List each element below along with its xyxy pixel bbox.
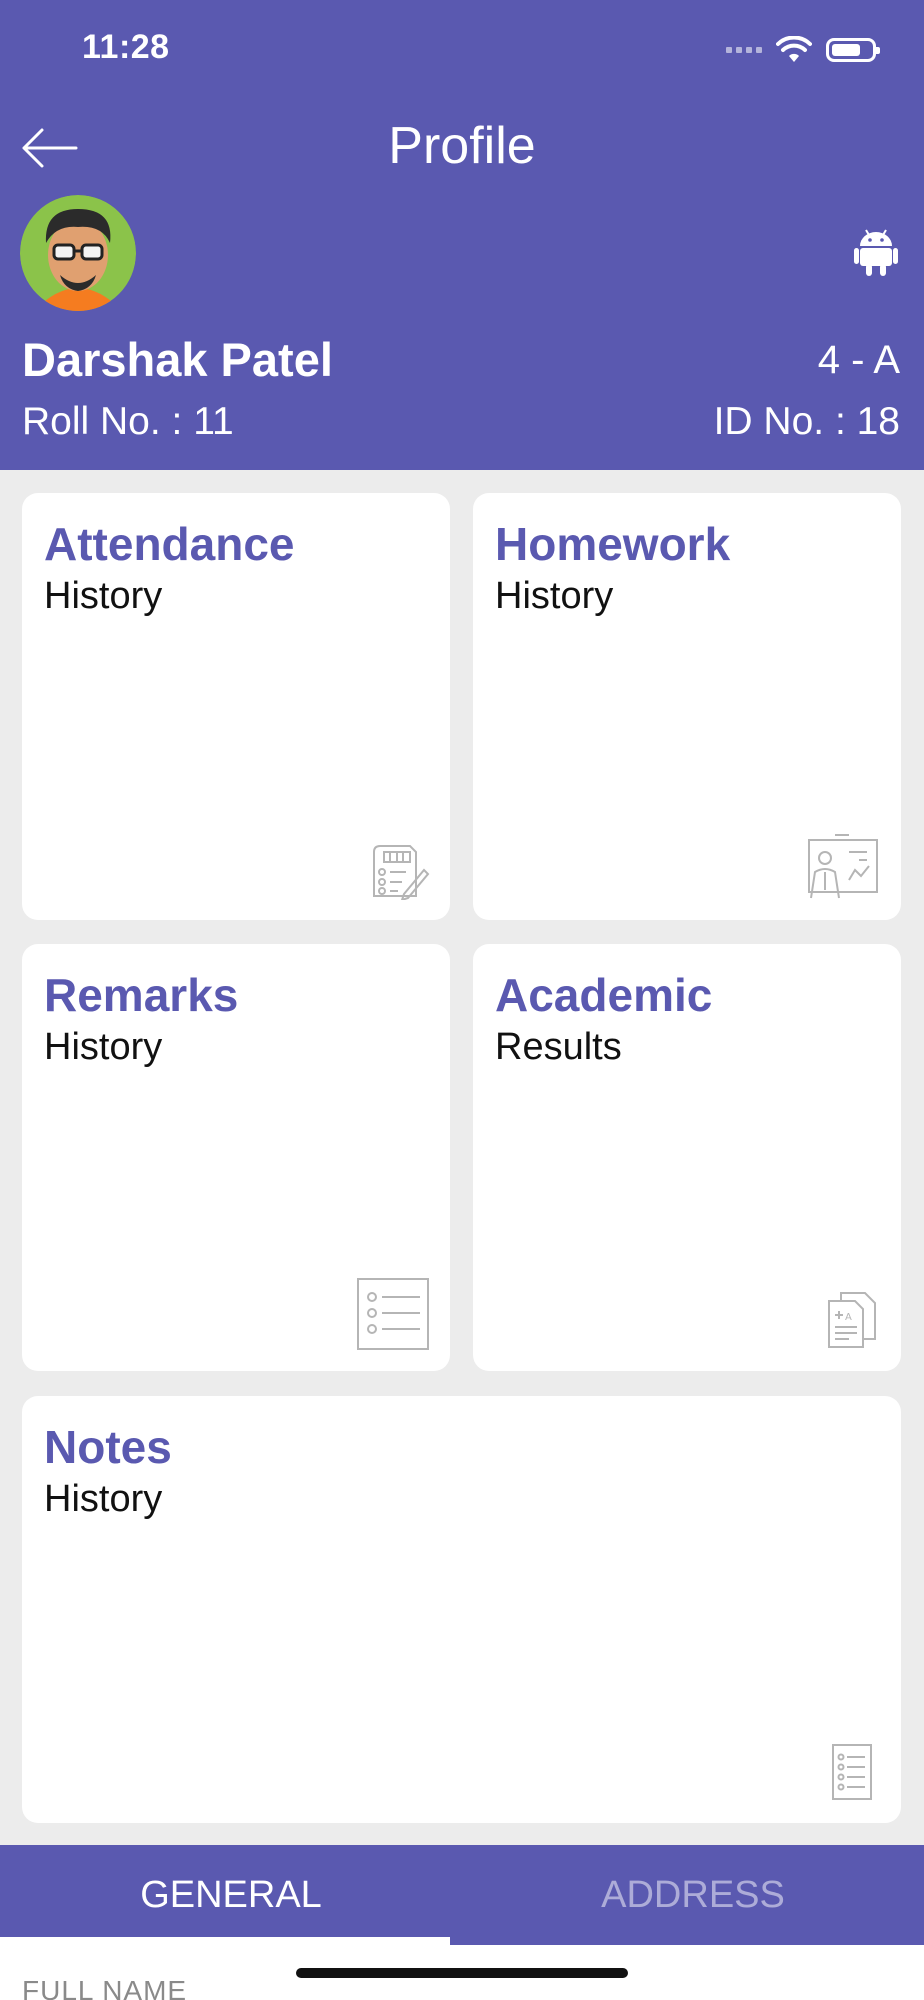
status-icons [726,34,880,66]
avatar[interactable] [20,195,136,311]
profile-header: 11:28 Profile Darshak Patel 4 - A Roll N… [0,0,924,470]
tab-general[interactable]: GENERAL [0,1845,462,1945]
class-section: 4 - A [817,338,900,382]
android-icon [854,229,898,276]
tab-address[interactable]: ADDRESS [462,1845,924,1945]
card-subtitle: Results [495,1026,622,1068]
remarks-list-icon [357,1278,429,1350]
wifi-icon [776,36,812,62]
card-subtitle: History [495,575,614,617]
academic-results-card[interactable]: Academic Results A [473,944,901,1371]
homework-board-icon [808,834,878,899]
card-subtitle: History [44,1026,163,1068]
home-indicator[interactable] [296,1968,628,1978]
notes-history-card[interactable]: Notes History [22,1396,901,1823]
notes-list-icon [832,1744,872,1800]
card-subtitle: History [44,575,163,617]
id-number: ID No. : 18 [713,400,900,443]
svg-text:A: A [845,1312,852,1323]
academic-results-icon: A [828,1292,876,1348]
roll-number: Roll No. : 11 [22,400,234,443]
attendance-checklist-icon [373,845,430,900]
attendance-history-card[interactable]: Attendance History [22,493,450,920]
card-title: Academic [495,969,713,1021]
card-title: Attendance [44,518,295,570]
remarks-history-card[interactable]: Remarks History [22,944,450,1371]
battery-icon [826,38,880,62]
page-title: Profile [388,117,536,175]
homework-history-card[interactable]: Homework History [473,493,901,920]
full-name-label: FULL NAME [22,1975,188,2000]
active-tab-indicator [0,1937,450,1945]
profile-tabs: GENERAL ADDRESS [0,1845,924,1945]
cellular-signal-icon [726,47,762,53]
card-subtitle: History [44,1478,163,1520]
card-title: Homework [495,518,731,570]
card-title: Remarks [44,969,239,1021]
student-name: Darshak Patel [22,333,333,386]
status-time: 11:28 [82,28,170,66]
card-title: Notes [44,1421,172,1473]
